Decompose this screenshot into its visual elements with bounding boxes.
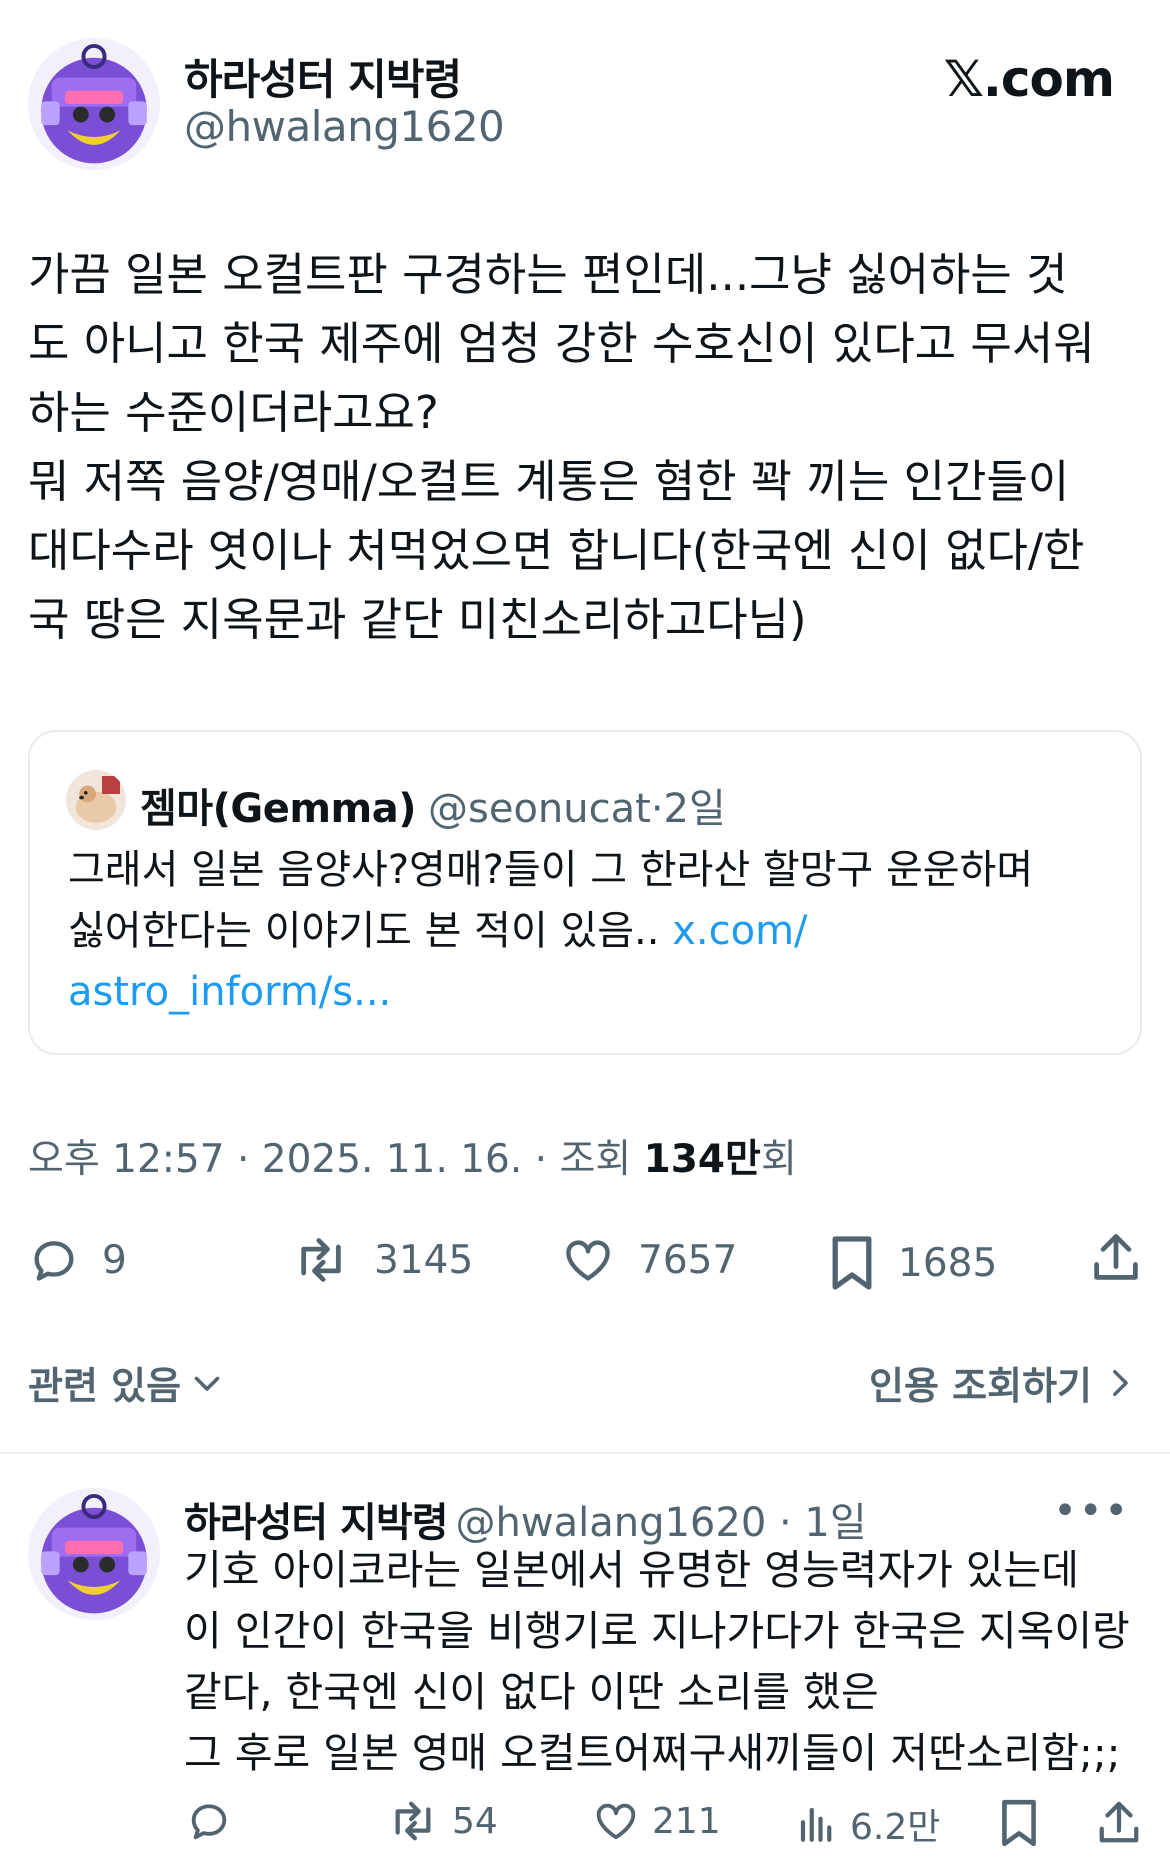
retweet-icon [301, 1238, 341, 1282]
reply-retweet-count: 54 [452, 1800, 498, 1842]
reply-line: 그 후로 일본 영매 오컬트어쩌구새끼들이 저딴소리함;;; [184, 1729, 1121, 1777]
bookmark-icon [832, 1236, 872, 1290]
tweet-line: 가끔 일본 오컬트판 구경하는 편인데...그냥 싫어하는 것 [28, 248, 1068, 301]
views-count: 134만 [643, 1137, 761, 1182]
author-handle[interactable]: @hwalang1620 [184, 102, 505, 151]
quote-link-continued[interactable]: astro_inform/s... [68, 962, 1128, 1023]
reply-icon [34, 1241, 74, 1281]
tweet-line: 뭐 저쪽 음양/영매/오컬트 계통은 혐한 꽉 끼는 인간들이 [28, 455, 1070, 508]
like-button[interactable]: 7657 [560, 1234, 737, 1286]
reply-author-avatar[interactable] [28, 1488, 160, 1620]
bookmark-icon [1002, 1799, 1036, 1847]
reply-count: 9 [102, 1237, 127, 1283]
reply-share-button[interactable] [1096, 1798, 1142, 1848]
heart-icon [596, 1803, 636, 1840]
more-options-icon[interactable]: ••• [1053, 1488, 1130, 1534]
heart-icon [566, 1240, 610, 1281]
chevron-down-icon [194, 1376, 220, 1391]
tweet-line: 대다수라 엿이나 처먹었으면 합니다(한국엔 신이 없다/한 [28, 524, 1085, 577]
quote-author-meta: @seonucat·2일 [428, 776, 726, 834]
quote-line: 그래서 일본 음양사?영매?들이 그 한라산 할망구 운운하며 [68, 847, 1034, 893]
reply-line: 같다, 한국엔 신이 없다 이딴 소리를 했은 [184, 1668, 879, 1716]
view-quotes-label: 인용 조회하기 [869, 1364, 1092, 1408]
tweet-meta: 오후 12:57 · 2025. 11. 16. · 조회 134만회 [28, 1128, 797, 1184]
meta-separator: · [522, 1137, 560, 1182]
quote-link[interactable]: x.com/ [672, 908, 807, 954]
reply-like-count: 211 [652, 1800, 721, 1842]
tweet-date[interactable]: 2025. 11. 16. [262, 1137, 523, 1182]
views-label: 조회 [559, 1137, 644, 1182]
author-display-name[interactable]: 하라성터 지박령 [184, 46, 462, 107]
share-button[interactable] [1090, 1230, 1142, 1286]
quote-author-handle: @seonucat [428, 786, 651, 832]
related-toggle[interactable]: 관련 있음 [28, 1355, 225, 1410]
tweet-line: 도 아니고 한국 제주에 엄청 강한 수호신이 있다고 무서워 [28, 317, 1095, 370]
like-count: 7657 [638, 1237, 738, 1283]
quote-age: 2일 [663, 786, 726, 832]
meta-separator: · [224, 1137, 262, 1182]
author-avatar[interactable] [28, 38, 160, 170]
quote-text: 그래서 일본 음양사?영매?들이 그 한라산 할망구 운운하며 싫어한다는 이야… [68, 840, 1128, 1023]
reply-views-button[interactable]: 6.2만 [796, 1798, 940, 1850]
share-icon [1094, 1234, 1138, 1280]
quote-line: 싫어한다는 이야기도 본 적이 있음.. x.com/ [68, 901, 1128, 962]
quote-author-avatar [66, 770, 126, 830]
reply-icon [191, 1804, 227, 1840]
reply-button[interactable]: 9 [28, 1234, 127, 1286]
bar-chart-icon [800, 1807, 832, 1842]
bookmark-count: 1685 [898, 1240, 998, 1286]
x-logo: 𝕏.com [943, 50, 1115, 108]
quote-author-name: 젬마(Gemma) [140, 786, 416, 832]
reply-like-button[interactable]: 211 [592, 1798, 721, 1844]
reply-retweet-button[interactable]: 54 [386, 1798, 498, 1844]
reply-reply-button[interactable] [186, 1798, 232, 1844]
reply-text: 기호 아이코라는 일본에서 유명한 영능력자가 있는데 이 인간이 한국을 비행… [184, 1540, 1154, 1784]
related-label: 관련 있음 [28, 1364, 182, 1408]
reply-views-count: 6.2만 [850, 1807, 941, 1848]
reply-line: 기호 아이코라는 일본에서 유명한 영능력자가 있는데 [184, 1546, 1080, 1594]
tweet-time[interactable]: 오후 12:57 [28, 1137, 225, 1182]
reply-line: 이 인간이 한국을 비행기로 지나가다가 한국은 지옥이랑 [184, 1607, 1130, 1655]
divider [0, 1452, 1170, 1454]
retweet-icon [395, 1801, 431, 1841]
view-quotes-link[interactable]: 인용 조회하기 [869, 1355, 1136, 1410]
share-icon [1099, 1801, 1139, 1843]
chevron-right-icon [1113, 1369, 1128, 1396]
bookmark-button[interactable]: 1685 [828, 1234, 997, 1292]
retweet-count: 3145 [374, 1237, 474, 1283]
quote-line-text: 싫어한다는 이야기도 본 적이 있음.. [68, 908, 673, 954]
tweet-text: 가끔 일본 오컬트판 구경하는 편인데...그냥 싫어하는 것 도 아니고 한국… [28, 240, 1148, 654]
tweet-line: 하는 수준이더라고요? [28, 386, 439, 439]
retweet-button[interactable]: 3145 [290, 1234, 473, 1286]
views-suffix: 회 [760, 1137, 797, 1182]
quoted-tweet-card[interactable]: 젬마(Gemma) @seonucat·2일 그래서 일본 음양사?영매?들이 … [28, 730, 1142, 1055]
reply-bookmark-button[interactable] [998, 1798, 1040, 1848]
tweet-line: 국 땅은 지옥문과 같단 미친소리하고다님) [28, 593, 807, 646]
meta-separator: · [650, 786, 664, 832]
